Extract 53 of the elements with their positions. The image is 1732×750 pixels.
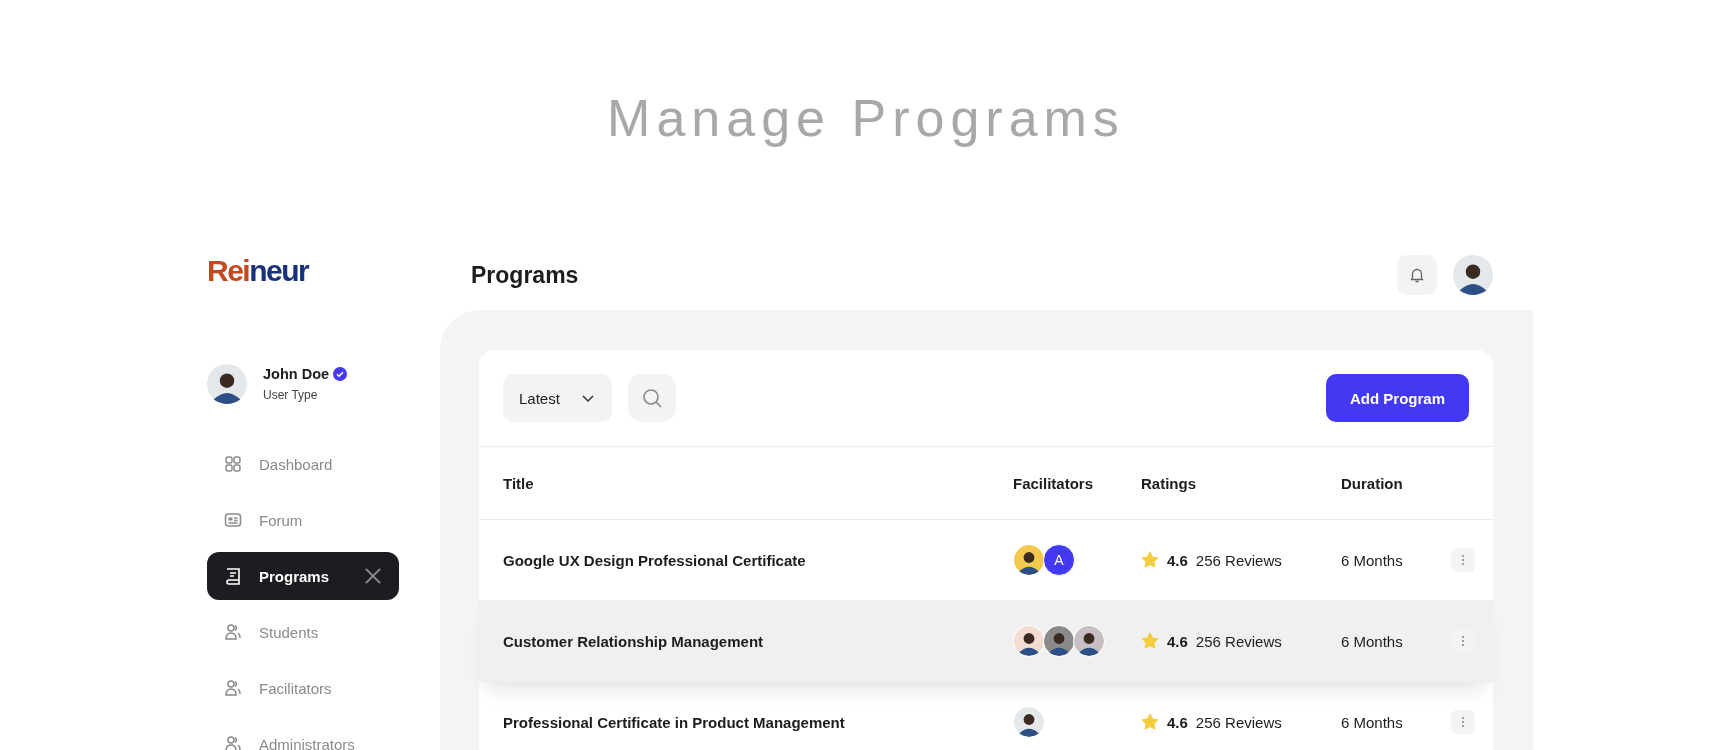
book-icon [223,566,243,586]
rating-value: 4.6 [1167,632,1188,650]
sort-dropdown[interactable]: Latest [503,374,612,422]
logo: Reineur [207,254,309,288]
profile-avatar [1453,255,1493,295]
more-icon [1461,635,1465,647]
facilitator-avatar: A [1043,544,1075,576]
newspaper-icon [223,510,243,530]
user-name: John Doe [263,366,330,382]
star-icon [1141,713,1159,731]
column-header: Ratings [1141,474,1197,492]
user-role: User Type [263,388,319,402]
duration: 6 Months [1341,713,1404,731]
program-title: Google UX Design Professional Certificate [503,551,807,569]
program-title: Customer Relationship Management [503,632,765,650]
bell-icon [1408,266,1426,284]
grid-icon [223,454,243,474]
star-icon [1141,632,1159,650]
search-icon [640,387,663,409]
star-icon [1141,551,1159,569]
review-count: 256 Reviews [1195,713,1282,731]
table-row[interactable]: Customer Relationship Management 4.6 256 Reviews 6 Months [479,601,1493,682]
more-button[interactable] [1451,548,1475,572]
rating-value: 4.6 [1167,551,1188,569]
sidebar-item[interactable]: Forum [207,496,399,544]
search-button[interactable] [627,374,676,422]
more-icon [1461,716,1465,728]
duration: 6 Months [1341,632,1404,650]
more-button[interactable] [1451,710,1475,734]
close-icon[interactable] [363,566,383,586]
duration: 6 Months [1341,551,1404,569]
more-icon [1461,554,1465,566]
column-header: Duration [1341,474,1404,492]
page-title: Manage Programs [607,88,1125,148]
users-icon [223,678,243,698]
sidebar-item[interactable]: Facilitators [207,664,399,712]
add-program-button[interactable]: Add Program [1326,374,1469,422]
program-title: Professional Certificate in Product Management [503,713,846,731]
column-header: Facilitators [1013,474,1095,492]
users-icon [223,734,243,750]
sidebar-item[interactable]: Dashboard [207,440,399,488]
user-avatar [207,364,247,404]
sidebar-item[interactable]: Programs [207,552,399,600]
page-heading: Programs [471,261,579,289]
review-count: 256 Reviews [1195,551,1282,569]
sidebar-item[interactable]: Administrators [207,720,399,750]
review-count: 256 Reviews [1195,632,1282,650]
column-header: Title [503,474,535,492]
table-row[interactable]: Professional Certificate in Product Management 4.6 256 Reviews 6 Months [479,682,1493,750]
sidebar-item[interactable]: Students [207,608,399,656]
notification-button[interactable] [1397,255,1437,295]
users-icon [223,622,243,642]
rating-value: 4.6 [1167,713,1188,731]
